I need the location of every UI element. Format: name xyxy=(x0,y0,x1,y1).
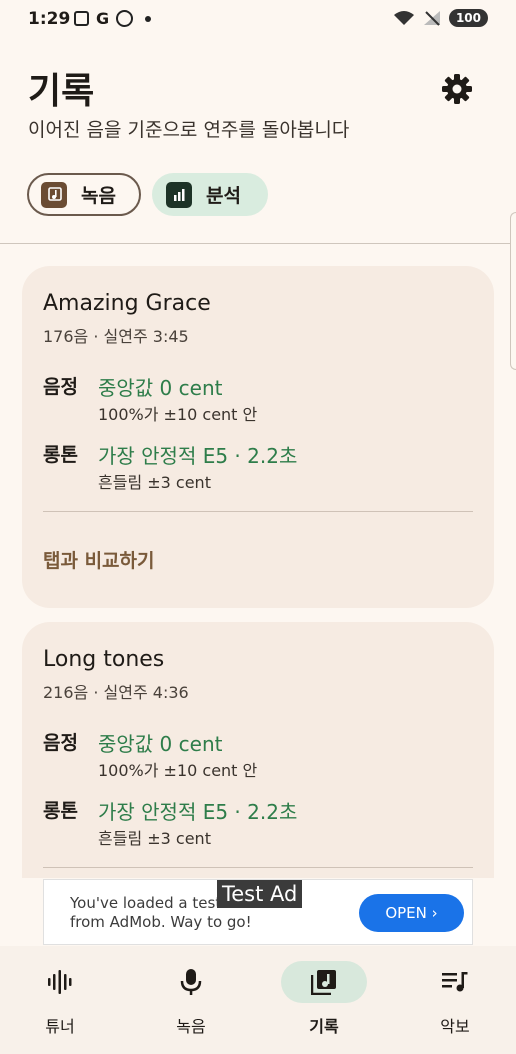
card-divider xyxy=(43,511,473,512)
pitch-sub: 100%가 ±10 cent 안 xyxy=(98,405,258,424)
card-meta: 176음 · 실연주 3:45 xyxy=(43,327,189,346)
nav-sheet-label: 악보 xyxy=(440,1017,470,1036)
longtone-value: 가장 안정적 E5 · 2.2초 xyxy=(98,800,298,824)
longtone-label: 롱톤 xyxy=(43,800,78,822)
pitch-value: 중앙값 0 cent xyxy=(98,376,223,400)
playlist-music-icon xyxy=(442,972,468,992)
microphone-icon xyxy=(180,969,202,995)
test-ad-badge: Test Ad xyxy=(217,880,303,908)
music-library-icon xyxy=(311,970,336,995)
waveform-icon xyxy=(48,970,72,994)
pitch-value: 중앙값 0 cent xyxy=(98,732,223,756)
nav-record[interactable]: 녹음 xyxy=(141,961,241,1037)
longtone-sub: 흔들림 ±3 cent xyxy=(98,473,211,492)
compare-with-tab-button[interactable]: 탭과 비교하기 xyxy=(43,546,155,573)
pitch-label: 음정 xyxy=(43,732,78,754)
longtone-label: 롱톤 xyxy=(43,444,78,466)
history-card[interactable]: Long tones 216음 · 실연주 4:36 음정 중앙값 0 cent… xyxy=(22,622,494,878)
card-title: Long tones xyxy=(43,647,165,672)
history-card[interactable]: Amazing Grace 176음 · 실연주 3:45 음정 중앙값 0 c… xyxy=(22,266,494,608)
card-meta: 216음 · 실연주 4:36 xyxy=(43,683,189,702)
nav-sheet[interactable]: 악보 xyxy=(405,961,505,1037)
pitch-sub: 100%가 ±10 cent 안 xyxy=(98,761,258,780)
card-divider xyxy=(43,867,473,868)
ad-banner[interactable]: You've loaded a test ad from AdMob. Way … xyxy=(43,879,473,945)
nav-record-label: 녹음 xyxy=(176,1017,206,1036)
nav-history[interactable]: 기록 xyxy=(274,961,374,1037)
bottom-navigation: 튜너 녹음 기록 악보 xyxy=(0,946,516,1054)
nav-tuner-label: 튜너 xyxy=(45,1017,75,1036)
history-list[interactable]: Amazing Grace 176음 · 실연주 3:45 음정 중앙값 0 c… xyxy=(0,0,516,878)
card-title: Amazing Grace xyxy=(43,291,211,316)
ad-open-button[interactable]: OPEN › xyxy=(359,894,464,932)
nav-history-label: 기록 xyxy=(309,1017,339,1036)
longtone-value: 가장 안정적 E5 · 2.2초 xyxy=(98,444,298,468)
nav-tuner[interactable]: 튜너 xyxy=(10,961,110,1037)
pitch-label: 음정 xyxy=(43,376,78,398)
longtone-sub: 흔들림 ±3 cent xyxy=(98,829,211,848)
